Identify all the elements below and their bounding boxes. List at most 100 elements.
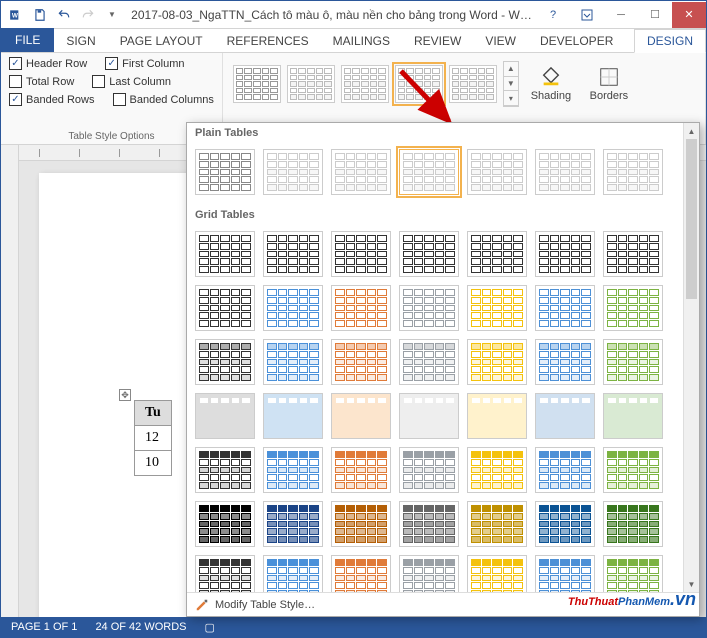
status-proofing-icon[interactable]: ▢	[205, 621, 215, 634]
close-button[interactable]: ✕	[672, 2, 706, 28]
style-thumb-2[interactable]	[287, 65, 335, 103]
tab-review[interactable]: REVIEW	[402, 30, 473, 52]
table-header-cell[interactable]: Tu	[135, 401, 172, 426]
tab-developer[interactable]: DEVELOPER	[528, 30, 625, 52]
gallery-thumb-grid-r2-c5[interactable]	[535, 339, 595, 385]
gallery-thumb-grid-r1-c0[interactable]	[195, 285, 255, 331]
status-page[interactable]: PAGE 1 OF 1	[11, 621, 77, 633]
maximize-button[interactable]: ☐	[638, 2, 672, 28]
ribbon-collapse-icon[interactable]	[570, 2, 604, 28]
gallery-thumb-grid-r2-c6[interactable]	[603, 339, 663, 385]
gallery-thumb-grid-r4-c1[interactable]	[263, 447, 323, 493]
chk-first-column[interactable]: ✓First Column	[105, 57, 184, 70]
scrollbar-thumb[interactable]	[686, 139, 697, 299]
qat-more-icon[interactable]: ▼	[101, 4, 123, 26]
tab-file[interactable]: FILE	[1, 28, 54, 52]
table-move-handle[interactable]: ✥	[119, 389, 131, 401]
gallery-thumb-grid-r6-c0[interactable]	[195, 555, 255, 592]
gallery-thumb-grid-r2-c2[interactable]	[331, 339, 391, 385]
tab-mailings[interactable]: MAILINGS	[321, 30, 402, 52]
gallery-thumb-grid-r0-c2[interactable]	[331, 231, 391, 277]
style-thumb-5[interactable]	[449, 65, 497, 103]
tab-view[interactable]: VIEW	[473, 30, 528, 52]
gallery-thumb-grid-r6-c1[interactable]	[263, 555, 323, 592]
gallery-thumb-plain-6[interactable]	[603, 149, 663, 195]
gallery-thumb-grid-r6-c3[interactable]	[399, 555, 459, 592]
undo-icon[interactable]	[53, 4, 75, 26]
borders-button[interactable]: Borders	[583, 66, 635, 102]
chk-banded-columns[interactable]: Banded Columns	[113, 93, 214, 106]
gallery-thumb-plain-4[interactable]	[467, 149, 527, 195]
gallery-thumb-grid-r3-c4[interactable]	[467, 393, 527, 439]
document-table[interactable]: Tu 12 10	[134, 400, 172, 476]
gallery-thumb-grid-r1-c5[interactable]	[535, 285, 595, 331]
gallery-thumb-grid-r5-c4[interactable]	[467, 501, 527, 547]
style-thumb-3[interactable]	[341, 65, 389, 103]
gallery-thumb-grid-r1-c3[interactable]	[399, 285, 459, 331]
gallery-thumb-grid-r1-c1[interactable]	[263, 285, 323, 331]
gallery-thumb-grid-r2-c1[interactable]	[263, 339, 323, 385]
gallery-thumb-plain-0[interactable]	[195, 149, 255, 195]
gallery-thumb-grid-r3-c1[interactable]	[263, 393, 323, 439]
gallery-thumb-grid-r4-c5[interactable]	[535, 447, 595, 493]
gallery-thumb-grid-r3-c2[interactable]	[331, 393, 391, 439]
scrollbar-up[interactable]: ▲	[684, 123, 699, 139]
gallery-thumb-grid-r5-c2[interactable]	[331, 501, 391, 547]
gallery-thumb-grid-r0-c1[interactable]	[263, 231, 323, 277]
table-cell[interactable]: 12	[135, 426, 172, 451]
gallery-thumb-grid-r2-c3[interactable]	[399, 339, 459, 385]
gallery-thumb-grid-r6-c4[interactable]	[467, 555, 527, 592]
chk-header-row[interactable]: ✓Header Row	[9, 57, 87, 70]
chk-total-row[interactable]: Total Row	[9, 75, 74, 88]
word-app-icon[interactable]: W	[5, 4, 27, 26]
gallery-thumb-grid-r0-c5[interactable]	[535, 231, 595, 277]
gallery-thumb-grid-r3-c6[interactable]	[603, 393, 663, 439]
gallery-thumb-grid-r0-c6[interactable]	[603, 231, 663, 277]
gallery-thumb-grid-r4-c2[interactable]	[331, 447, 391, 493]
gallery-thumb-grid-r2-c4[interactable]	[467, 339, 527, 385]
gallery-thumb-plain-2[interactable]	[331, 149, 391, 195]
gallery-thumb-grid-r5-c1[interactable]	[263, 501, 323, 547]
chk-banded-rows[interactable]: ✓Banded Rows	[9, 93, 95, 106]
gallery-thumb-grid-r5-c5[interactable]	[535, 501, 595, 547]
tab-design-doc[interactable]: SIGN	[54, 30, 107, 52]
gallery-thumb-plain-1[interactable]	[263, 149, 323, 195]
status-words[interactable]: 24 OF 42 WORDS	[95, 621, 186, 633]
gallery-thumb-plain-3[interactable]	[399, 149, 459, 195]
style-thumb-1[interactable]	[233, 65, 281, 103]
table-cell[interactable]: 10	[135, 451, 172, 476]
gallery-thumb-grid-r1-c6[interactable]	[603, 285, 663, 331]
gallery-thumb-grid-r4-c3[interactable]	[399, 447, 459, 493]
gallery-expand-button[interactable]: ▾	[504, 91, 518, 106]
gallery-scrollbar[interactable]: ▲ ▼	[683, 123, 699, 592]
gallery-scroll-down[interactable]: ▼	[504, 77, 518, 92]
tab-table-design[interactable]: DESIGN	[634, 29, 706, 53]
help-icon[interactable]: ?	[536, 2, 570, 28]
gallery-thumb-grid-r4-c6[interactable]	[603, 447, 663, 493]
gallery-thumb-grid-r4-c0[interactable]	[195, 447, 255, 493]
chk-last-column[interactable]: Last Column	[92, 75, 171, 88]
gallery-thumb-plain-5[interactable]	[535, 149, 595, 195]
shading-button[interactable]: Shading	[525, 66, 577, 102]
gallery-thumb-grid-r0-c4[interactable]	[467, 231, 527, 277]
gallery-thumb-grid-r5-c6[interactable]	[603, 501, 663, 547]
save-icon[interactable]	[29, 4, 51, 26]
gallery-thumb-grid-r0-c3[interactable]	[399, 231, 459, 277]
tab-page-layout[interactable]: PAGE LAYOUT	[108, 30, 215, 52]
tab-references[interactable]: REFERENCES	[215, 30, 321, 52]
gallery-thumb-grid-r5-c0[interactable]	[195, 501, 255, 547]
gallery-thumb-grid-r3-c0[interactable]	[195, 393, 255, 439]
gallery-thumb-grid-r1-c2[interactable]	[331, 285, 391, 331]
gallery-thumb-grid-r4-c4[interactable]	[467, 447, 527, 493]
redo-icon[interactable]	[77, 4, 99, 26]
gallery-thumb-grid-r3-c5[interactable]	[535, 393, 595, 439]
minimize-button[interactable]: ─	[604, 2, 638, 28]
gallery-thumb-grid-r5-c3[interactable]	[399, 501, 459, 547]
gallery-thumb-grid-r3-c3[interactable]	[399, 393, 459, 439]
gallery-thumb-grid-r6-c2[interactable]	[331, 555, 391, 592]
gallery-thumb-grid-r0-c0[interactable]	[195, 231, 255, 277]
gallery-thumb-grid-r2-c0[interactable]	[195, 339, 255, 385]
gallery-scroll-up[interactable]: ▲	[504, 62, 518, 77]
gallery-thumb-grid-r1-c4[interactable]	[467, 285, 527, 331]
style-thumb-4[interactable]	[395, 65, 443, 103]
